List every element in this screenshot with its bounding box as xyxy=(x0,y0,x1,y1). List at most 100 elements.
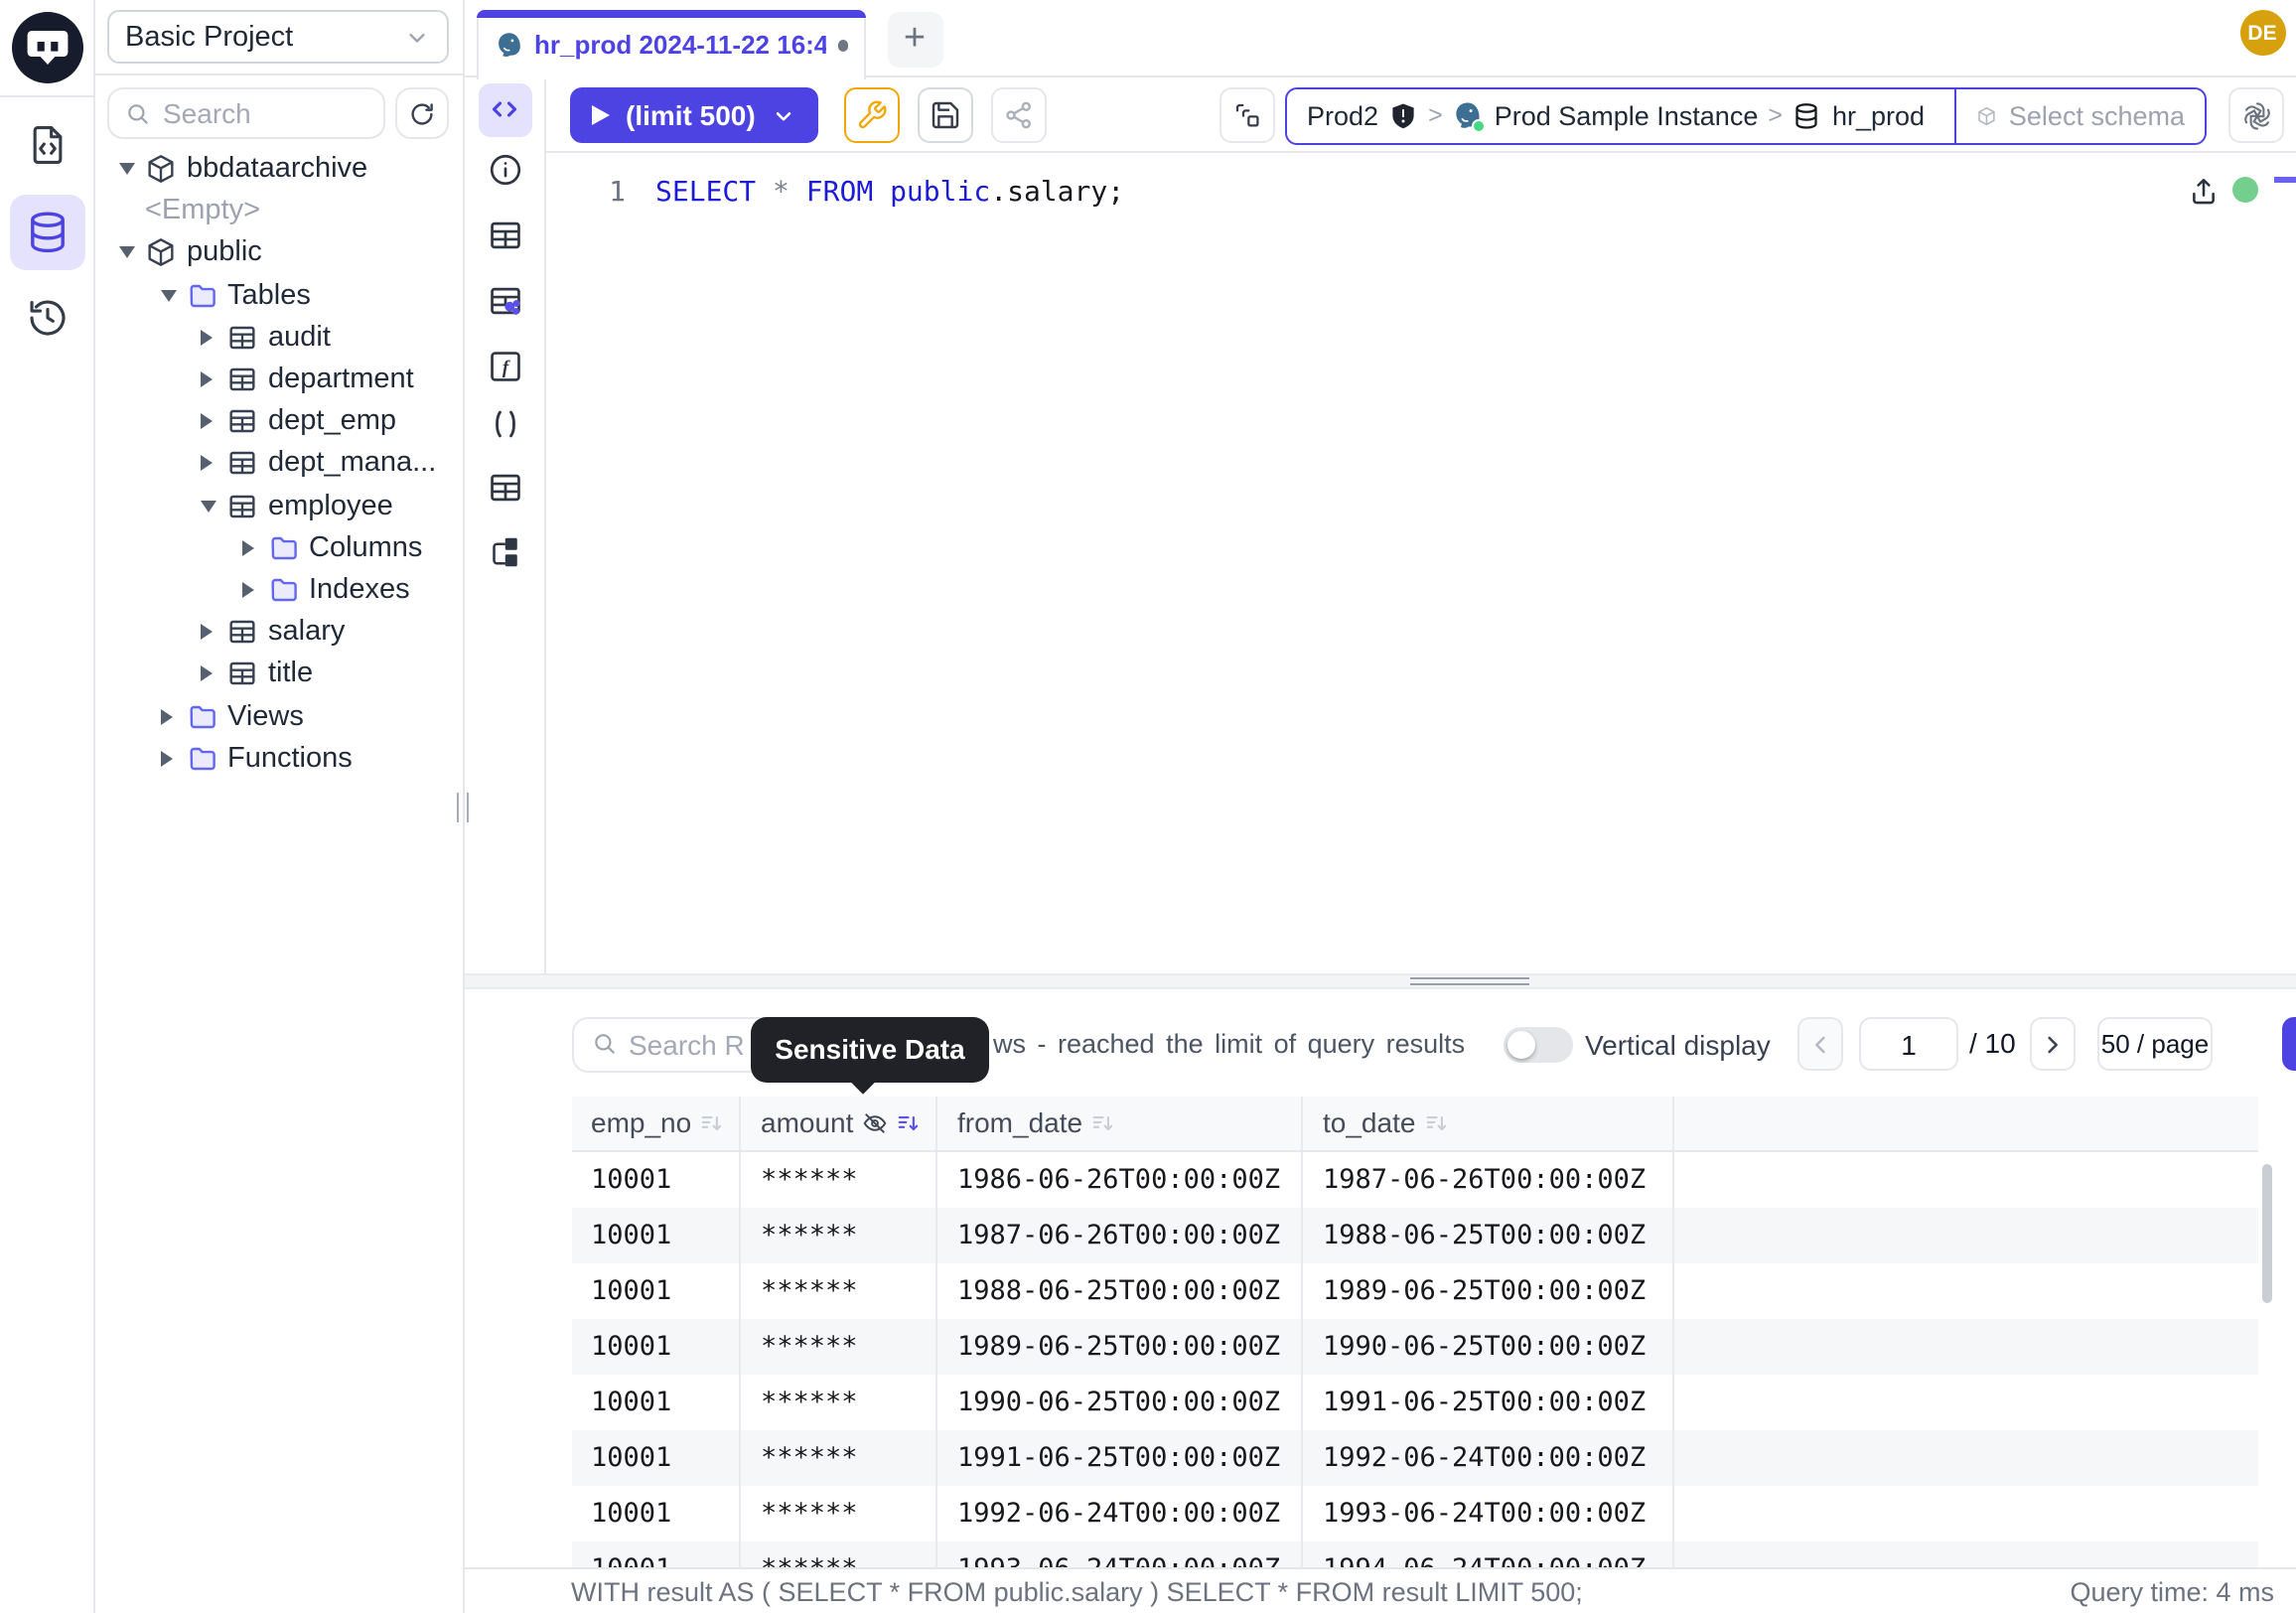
schema-selector[interactable]: Select schema xyxy=(1954,88,2205,142)
table-cell[interactable]: 1990-06-25T00:00:00Z xyxy=(937,1374,1303,1429)
tree-item-tables[interactable]: Tables xyxy=(95,274,462,316)
table-cell[interactable]: 1992-06-24T00:00:00Z xyxy=(937,1485,1303,1540)
panel-splitter[interactable] xyxy=(464,973,2296,988)
table-cell[interactable]: 1991-06-25T00:00:00Z xyxy=(1303,1374,1673,1429)
table-cell[interactable]: 10001 xyxy=(571,1374,741,1429)
table-cell[interactable]: ****** xyxy=(741,1429,937,1485)
strip-code-button[interactable] xyxy=(478,82,531,136)
table-cell[interactable]: 1988-06-25T00:00:00Z xyxy=(1303,1207,1673,1262)
caret-down-icon[interactable] xyxy=(160,289,186,301)
schema-search-input[interactable]: Search xyxy=(107,87,384,139)
avatar[interactable]: DE xyxy=(2239,10,2285,56)
tree-item-public[interactable]: public xyxy=(95,232,462,274)
table-cell[interactable]: 10001 xyxy=(571,1262,741,1318)
tree-item-title[interactable]: title xyxy=(95,654,462,695)
table-cell[interactable]: 10001 xyxy=(571,1485,741,1540)
caret-right-icon[interactable] xyxy=(160,708,186,724)
rail-databases-button[interactable] xyxy=(9,194,84,269)
table-cell[interactable]: 10001 xyxy=(571,1151,741,1207)
run-query-button[interactable]: (limit 500) xyxy=(570,87,819,143)
ai-assistant-button[interactable] xyxy=(2228,87,2284,143)
column-header-amount[interactable]: amount xyxy=(741,1096,937,1149)
column-header-emp-no[interactable]: emp_no xyxy=(571,1096,741,1149)
table-cell[interactable]: 1987-06-26T00:00:00Z xyxy=(1303,1151,1673,1207)
vertical-display-toggle[interactable] xyxy=(1504,1026,1573,1062)
project-selector[interactable]: Basic Project xyxy=(107,10,448,64)
rail-worksheets-button[interactable] xyxy=(9,107,84,183)
strip-tables-button[interactable] xyxy=(478,208,531,261)
connection-context[interactable]: Prod2 > Prod Sample Instance > hr_prod xyxy=(1287,88,1954,142)
bytebase-logo-icon[interactable] xyxy=(11,12,82,83)
page-size-select[interactable]: 50 / page xyxy=(2097,1017,2213,1071)
caret-right-icon[interactable] xyxy=(201,413,226,429)
prev-page-button[interactable] xyxy=(1797,1017,1843,1071)
save-sheet-button[interactable] xyxy=(918,87,973,143)
upload-icon[interactable] xyxy=(2187,175,2221,209)
caret-right-icon[interactable] xyxy=(201,666,226,682)
table-cell[interactable]: 1991-06-25T00:00:00Z xyxy=(937,1429,1303,1485)
export-button[interactable] xyxy=(2282,1017,2296,1071)
table-cell[interactable]: 1993-06-24T00:00:00Z xyxy=(937,1540,1303,1566)
table-cell[interactable]: ****** xyxy=(741,1207,937,1262)
table-cell[interactable]: ****** xyxy=(741,1262,937,1318)
caret-right-icon[interactable] xyxy=(201,624,226,640)
share-button[interactable] xyxy=(991,87,1047,143)
tree-item-dept-mana[interactable]: dept_mana... xyxy=(95,443,462,485)
table-cell[interactable]: 1993-06-24T00:00:00Z xyxy=(1303,1485,1673,1540)
column-header-to-date[interactable]: to_date xyxy=(1303,1096,1673,1149)
tree-item-audit[interactable]: audit xyxy=(95,317,462,359)
refresh-button[interactable] xyxy=(394,87,448,139)
table-cell[interactable]: 10001 xyxy=(571,1429,741,1485)
tree-item-dept-emp[interactable]: dept_emp xyxy=(95,400,462,442)
format-sql-button[interactable] xyxy=(844,87,900,143)
tree-item-indexes[interactable]: Indexes xyxy=(95,569,462,611)
table-cell[interactable]: 10001 xyxy=(571,1318,741,1374)
strip-sequences-button[interactable] xyxy=(478,460,531,513)
strip-procedures-button[interactable] xyxy=(478,397,531,451)
caret-right-icon[interactable] xyxy=(241,540,267,556)
caret-right-icon[interactable] xyxy=(201,456,226,472)
caret-right-icon[interactable] xyxy=(201,330,226,346)
caret-right-icon[interactable] xyxy=(160,750,186,766)
table-cell[interactable]: 1989-06-25T00:00:00Z xyxy=(937,1318,1303,1374)
table-cell[interactable]: 1987-06-26T00:00:00Z xyxy=(937,1207,1303,1262)
table-cell[interactable]: 1988-06-25T00:00:00Z xyxy=(937,1262,1303,1318)
tree-item-functions[interactable]: Functions xyxy=(95,737,462,779)
tab-hr-prod[interactable]: hr_prod 2024-11-22 16:49 xyxy=(477,10,866,78)
page-number-input[interactable]: 1 xyxy=(1859,1017,1958,1071)
results-scrollbar-thumb[interactable] xyxy=(2261,1163,2271,1302)
table-cell[interactable]: 1994-06-24T00:00:00Z xyxy=(1303,1540,1673,1566)
column-header-from-date[interactable]: from_date xyxy=(937,1096,1303,1149)
table-cell[interactable]: 1992-06-24T00:00:00Z xyxy=(1303,1429,1673,1485)
table-cell[interactable]: 1986-06-26T00:00:00Z xyxy=(937,1151,1303,1207)
sql-editor[interactable]: 1 SELECT * FROM public.salary; xyxy=(546,153,2296,973)
caret-right-icon[interactable] xyxy=(201,371,226,387)
tree-item-empty[interactable]: <Empty> xyxy=(95,190,462,231)
next-page-button[interactable] xyxy=(2029,1017,2075,1071)
table-cell[interactable]: 1990-06-25T00:00:00Z xyxy=(1303,1318,1673,1374)
rail-history-button[interactable] xyxy=(9,280,84,356)
tree-item-bbdataarchive[interactable]: bbdataarchive xyxy=(95,148,462,190)
connection-breadcrumb[interactable]: Prod2 > Prod Sample Instance > hr_prod S… xyxy=(1285,86,2207,144)
tree-item-salary[interactable]: salary xyxy=(95,611,462,653)
tree-item-columns[interactable]: Columns xyxy=(95,526,462,568)
sidebar-resize-handle[interactable] xyxy=(456,793,468,822)
strip-external-tables-button[interactable] xyxy=(478,273,531,327)
strip-schema-diagram-button[interactable] xyxy=(478,524,531,578)
table-cell[interactable]: 10001 xyxy=(571,1540,741,1566)
tree-item-employee[interactable]: employee xyxy=(95,485,462,526)
strip-info-button[interactable] xyxy=(478,143,531,197)
tree-item-department[interactable]: department xyxy=(95,359,462,400)
splitter-handle-icon[interactable] xyxy=(1409,976,1528,985)
table-cell[interactable]: ****** xyxy=(741,1151,937,1207)
table-cell[interactable]: ****** xyxy=(741,1485,937,1540)
caret-down-icon[interactable] xyxy=(201,500,226,512)
batch-query-button[interactable] xyxy=(1220,87,1275,143)
strip-functions-button[interactable]: f xyxy=(478,339,531,392)
tree-item-views[interactable]: Views xyxy=(95,695,462,737)
table-cell[interactable]: 1989-06-25T00:00:00Z xyxy=(1303,1262,1673,1318)
new-tab-button[interactable]: + xyxy=(887,12,942,68)
table-cell[interactable]: ****** xyxy=(741,1318,937,1374)
table-cell[interactable]: ****** xyxy=(741,1540,937,1566)
caret-down-icon[interactable] xyxy=(119,163,145,175)
